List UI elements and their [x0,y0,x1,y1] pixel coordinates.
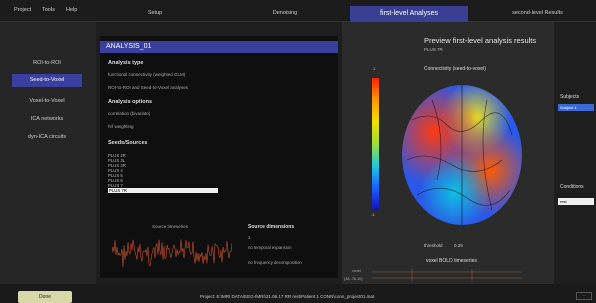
subjects-label: Subjects [560,94,580,100]
menu-tools[interactable]: Tools [42,7,55,13]
sidebar-item-dyn-ica-circuits[interactable]: dyn-ICA circuits [12,131,82,144]
more-button[interactable]: ··· [576,292,592,300]
tab-setup[interactable]: Setup [120,6,190,22]
source-dimensions-title: Source dimensions [248,224,295,230]
menu-help[interactable]: Help [66,7,77,13]
bottom-bar: Done Project: E:\MRI DATA\EEG-fMRI\21.06… [0,284,596,303]
bold-timeseries-plot [372,269,522,281]
brain-connectivity-map[interactable] [392,80,532,230]
analysis-options-title: Analysis options [108,99,153,105]
condition-select[interactable]: rest [558,198,594,205]
option-measure[interactable]: correlation (bivariate) [108,111,150,116]
analysis-settings-panel: ANALYSIS_01 Analysis type functional con… [100,36,338,278]
source-temporal-option[interactable]: no temporal expansion [248,245,291,250]
source-timeseries-plot [112,239,232,268]
bold-timeseries-label: voxel BOLD timeseries [426,258,477,264]
sidebar-item-voxel-to-voxel[interactable]: Voxel-to-Voxel [12,95,82,108]
project-path: Project: E:\MRI DATA\EEG-fMRI\21.06.17 R… [200,294,375,299]
source-timeseries-label: Source timeseries [152,224,189,229]
preview-title: Preview first-level analysis results [424,36,537,45]
analysis-type-title: Analysis type [108,60,144,66]
seeds-sources-title: Seeds/Sources [108,140,148,146]
list-item-selected[interactable]: PLUS 7R [108,188,218,193]
subject-condition-column: Subjects Subject 1 Conditions rest [556,22,596,284]
voxel-label: voxel [352,269,361,273]
option-weighting[interactable]: hrf weighting [108,124,134,129]
analysis-name[interactable]: ANALYSIS_01 [100,41,338,53]
tab-denoising[interactable]: Denoising [240,6,330,22]
analysis-type-value[interactable]: functional connectivity (weighted GLM) [108,72,185,77]
sidebar-item-roi-to-roi[interactable]: ROI-to-ROI [12,57,82,70]
connectivity-map-label: Connectivity (seed-to-voxel) [424,66,486,72]
threshold-value[interactable]: 0.25 [454,243,463,248]
sidebar-item-seed-to-voxel[interactable]: Seed-to-Voxel [12,74,82,87]
analysis-type-scope[interactable]: ROI-to-ROI and Seed-to-Voxel analyses [108,85,188,90]
voxel-coordinates: (38,-76,10) [344,277,363,281]
tab-first-level-analyses[interactable]: first-level Analyses [350,6,468,22]
subject-selected[interactable]: Subject 1 [558,104,594,111]
tab-second-level-results[interactable]: second-level Results [490,6,585,22]
analysis-type-sidebar: ROI-to-ROI Seed-to-Voxel Voxel-to-Voxel … [0,22,96,284]
threshold-label: threshold [424,243,443,248]
preview-results-panel: Preview first-level analysis results PLU… [342,22,554,284]
colorbar-min: -1 [371,212,375,217]
menu-bar: Project Tools Help Setup Denoising first… [0,0,596,22]
source-dimensions-value[interactable]: 1 [248,235,251,240]
menu-project[interactable]: Project [14,7,31,13]
colorbar-max: 1 [373,66,376,71]
conditions-label: Conditions [560,184,584,190]
sidebar-item-ica-networks[interactable]: ICA networks [12,113,82,126]
colorbar [372,78,379,210]
preview-subtitle: PLUS 7R [424,47,443,52]
source-frequency-option[interactable]: no frequency decomposition [248,260,302,265]
done-button[interactable]: Done [18,291,72,303]
